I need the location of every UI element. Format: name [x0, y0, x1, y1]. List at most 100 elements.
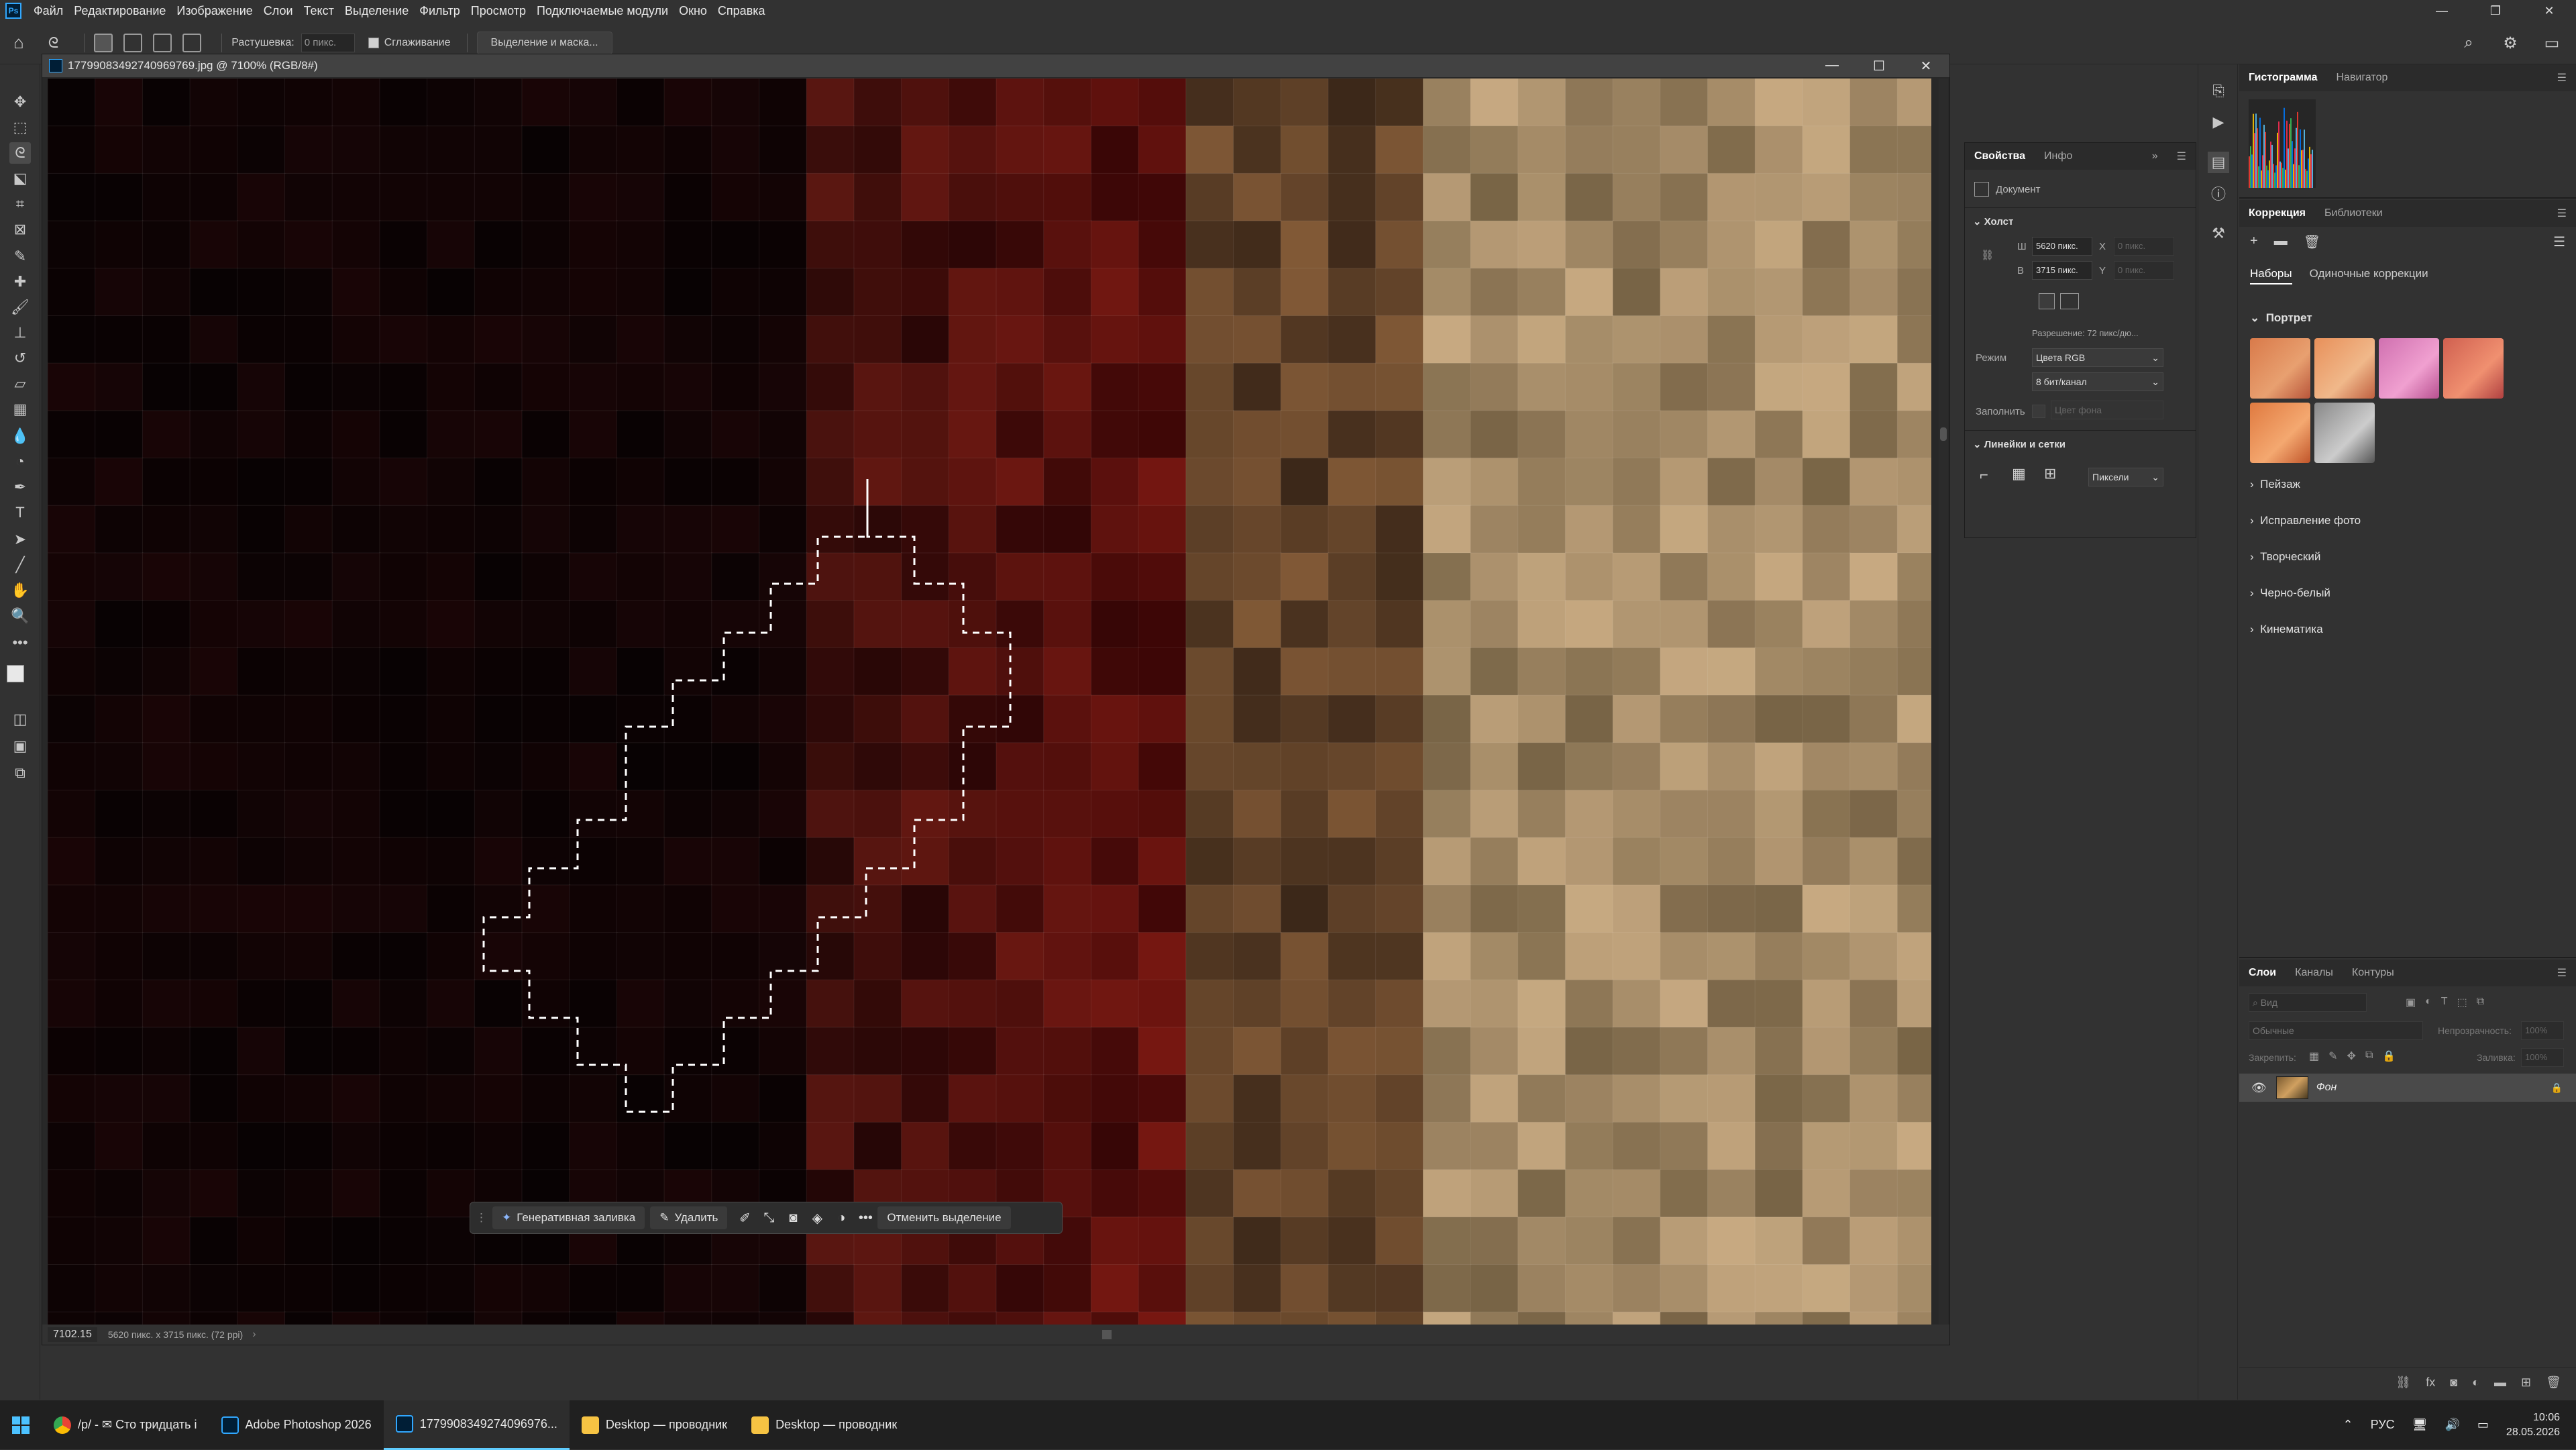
search-icon[interactable]: ⌕	[2458, 32, 2479, 54]
crop-tool-icon[interactable]: ⌗	[9, 193, 31, 215]
layer-row[interactable]: 👁 Фон 🔒	[2239, 1074, 2576, 1102]
layers-menu-icon[interactable]: ☰	[2548, 966, 2576, 980]
y-input[interactable]: 0 пикс.	[2114, 261, 2174, 280]
tab-presets[interactable]: Наборы	[2250, 267, 2292, 284]
tab-layers[interactable]: Слои	[2239, 967, 2286, 979]
minimize-button[interactable]: —	[2415, 4, 2469, 18]
lock-artboard-icon[interactable]: ⧉	[2365, 1049, 2373, 1063]
more-options-icon[interactable]: •••	[853, 1206, 877, 1229]
add-mask-icon[interactable]: ◙	[2450, 1376, 2457, 1390]
workspace-icon[interactable]: ▭	[2541, 32, 2563, 54]
filter-shape-icon[interactable]: ⬚	[2457, 996, 2467, 1009]
quick-mask-icon[interactable]: ◫	[9, 709, 31, 730]
ruler-icon[interactable]: ⌐	[1980, 466, 1988, 484]
pen-tool-icon[interactable]: ✒	[9, 476, 31, 498]
doc-close-button[interactable]: ✕	[1902, 58, 1949, 74]
history-icon[interactable]: ⎘	[2208, 81, 2229, 102]
width-input[interactable]: 5620 пикс.	[2032, 237, 2092, 256]
layer-name[interactable]: Фон	[2316, 1082, 2337, 1094]
taskbar-app-document[interactable]: 1779908349274096976...	[383, 1400, 570, 1450]
lock-transparent-icon[interactable]: ▦	[2309, 1049, 2319, 1063]
group-creative[interactable]: › Творческий	[2250, 550, 2320, 564]
portrait-orientation-icon[interactable]	[2039, 293, 2055, 309]
home-icon[interactable]: ⌂	[13, 32, 24, 53]
taskbar-app-photoshop[interactable]: Adobe Photoshop 2026	[209, 1400, 384, 1450]
preset-thumb-3[interactable]	[2379, 338, 2439, 399]
list-view-icon[interactable]: ☰	[2553, 234, 2565, 250]
panel-menu-icon[interactable]: ☰	[2167, 150, 2196, 163]
fill-select[interactable]: Цвет фона	[2051, 401, 2163, 419]
pixel-grid-image[interactable]	[48, 79, 1931, 1325]
screen-mode-icon[interactable]: ▣	[9, 735, 31, 757]
menu-window[interactable]: Окно	[674, 4, 712, 18]
tab-libraries[interactable]: Библиотеки	[2315, 207, 2392, 219]
scroll-thumb[interactable]	[1940, 427, 1947, 441]
lock-all-icon[interactable]: 🔒	[2382, 1049, 2396, 1063]
new-layer-icon[interactable]: ⊞	[2521, 1376, 2531, 1390]
filter-pixel-icon[interactable]: ▣	[2406, 996, 2416, 1009]
dodge-tool-icon[interactable]: ◔	[9, 451, 31, 472]
menu-image[interactable]: Изображение	[171, 4, 258, 18]
group-bw[interactable]: › Черно-белый	[2250, 586, 2330, 600]
foreground-color-swatch[interactable]	[7, 665, 24, 682]
drag-handle-icon[interactable]: ⋮	[476, 1211, 487, 1225]
menu-plugins[interactable]: Подключаемые модули	[531, 4, 674, 18]
canvas-section-title[interactable]: ⌄ Холст	[1973, 215, 2013, 227]
status-arrow-icon[interactable]: ›	[252, 1329, 256, 1341]
tab-histogram[interactable]: Гистограмма	[2239, 72, 2327, 84]
network-icon[interactable]: 🖥	[2412, 1418, 2428, 1432]
eyedropper-icon[interactable]: ✎	[9, 246, 31, 267]
group-portrait[interactable]: ⌄ Портрет	[2250, 311, 2312, 325]
properties-icon[interactable]: ▤	[2208, 152, 2229, 173]
menu-type[interactable]: Текст	[299, 4, 339, 18]
actions-icon[interactable]: ▶	[2208, 111, 2229, 133]
preset-thumb-2[interactable]	[2314, 338, 2375, 399]
rulers-section-title[interactable]: ⌄ Линейки и сетки	[1973, 438, 2065, 450]
fill-icon[interactable]: ◈	[805, 1206, 829, 1229]
brush-settings-icon[interactable]: ⚒	[2208, 223, 2229, 244]
vertical-scrollbar[interactable]	[1939, 79, 1948, 1325]
intersect-selection-icon[interactable]	[182, 33, 202, 52]
add-selection-icon[interactable]	[123, 33, 143, 52]
antialias-checkbox[interactable]	[368, 37, 379, 48]
taskbar-app-explorer-1[interactable]: Desktop — проводник	[570, 1400, 739, 1450]
more-tools-icon[interactable]: •••	[9, 632, 31, 654]
menu-select[interactable]: Выделение	[339, 4, 414, 18]
history-brush-icon[interactable]: ↺	[9, 348, 31, 369]
stamp-tool-icon[interactable]: ⊥	[9, 322, 31, 344]
group-cinematic[interactable]: › Кинематика	[2250, 623, 2323, 636]
document-info[interactable]: 5620 пикс. x 3715 пикс. (72 ppi)	[108, 1329, 243, 1340]
info-icon[interactable]: ⓘ	[2208, 183, 2229, 204]
collapse-panel-icon[interactable]: »	[2143, 150, 2167, 162]
menu-edit[interactable]: Редактирование	[68, 4, 171, 18]
menu-filter[interactable]: Фильтр	[414, 4, 465, 18]
group-landscape[interactable]: › Пейзаж	[2250, 478, 2300, 491]
menu-layers[interactable]: Слои	[258, 4, 299, 18]
taskbar-app-explorer-2[interactable]: Desktop — проводник	[739, 1400, 909, 1450]
preset-thumb-5[interactable]	[2250, 403, 2310, 463]
language-indicator[interactable]: РУС	[2371, 1418, 2395, 1432]
maximize-button[interactable]: ❐	[2469, 4, 2522, 18]
object-select-icon[interactable]: ⬕	[9, 168, 31, 189]
lasso-tool-icon[interactable]: ᘓ	[9, 142, 31, 164]
transform-selection-icon[interactable]: ⤡	[757, 1206, 781, 1229]
doc-minimize-button[interactable]: —	[1809, 58, 1856, 74]
taskbar-app-chrome[interactable]: /p/ - ✉ Сто тридцать і	[42, 1400, 209, 1450]
adjustment-icon[interactable]: ◑	[829, 1206, 853, 1229]
preset-thumb-1[interactable]	[2250, 338, 2310, 399]
gear-icon[interactable]: ⚙	[2500, 32, 2521, 54]
lock-position-icon[interactable]: ✥	[2347, 1049, 2356, 1063]
menu-view[interactable]: Просмотр	[466, 4, 531, 18]
grid-icon[interactable]: ▦	[2012, 465, 2026, 482]
fill-swatch[interactable]	[2032, 405, 2045, 418]
clock[interactable]: 10:06 28.05.2026	[2506, 1410, 2560, 1440]
gradient-tool-icon[interactable]: ▦	[9, 399, 31, 420]
move-tool-icon[interactable]: ✥	[9, 91, 31, 113]
brush-tool-icon[interactable]: 🖌	[9, 297, 31, 318]
frame-tool-icon[interactable]: ⊠	[9, 219, 31, 240]
feather-input[interactable]: 0 пикс.	[301, 33, 355, 52]
histogram-menu-icon[interactable]: ☰	[2548, 71, 2576, 85]
add-adjustment-icon[interactable]: +	[2250, 234, 2258, 250]
subtract-selection-icon[interactable]	[153, 33, 172, 52]
height-input[interactable]: 3715 пикс.	[2032, 261, 2092, 280]
